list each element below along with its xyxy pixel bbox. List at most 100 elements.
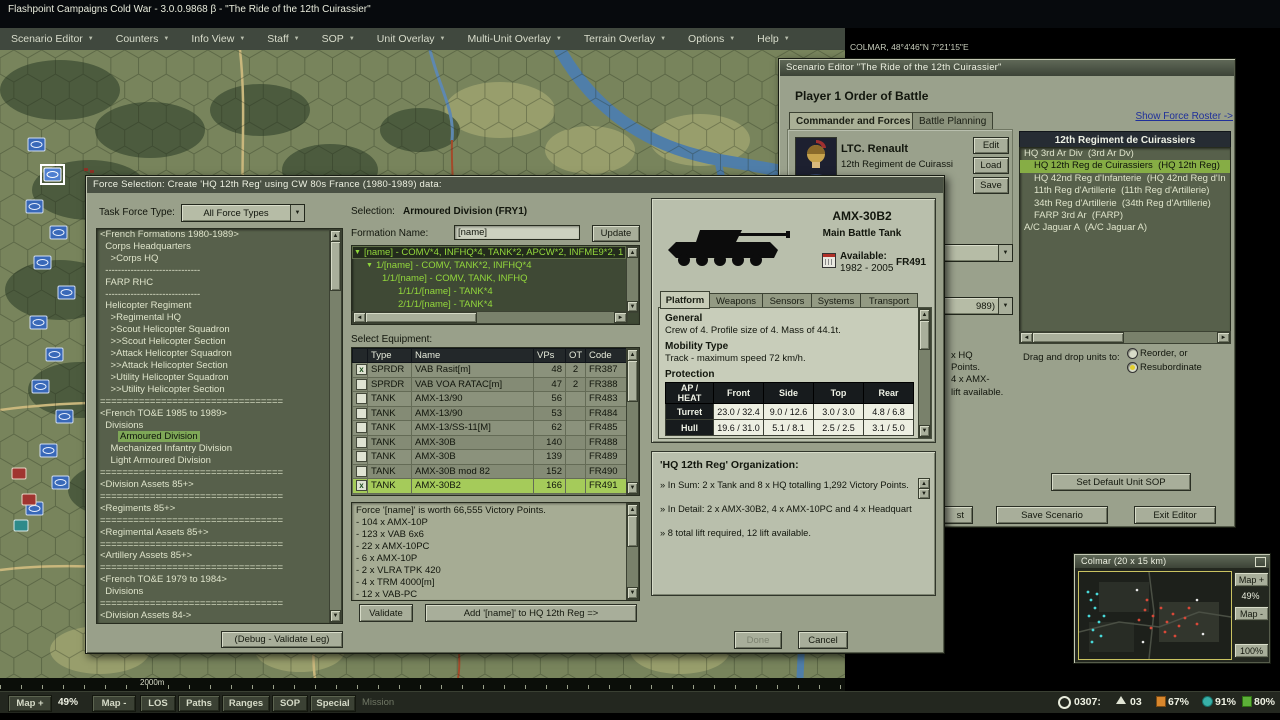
toe-tree-item[interactable]: <Artillery Assets 85+>	[97, 550, 329, 562]
menu-staff[interactable]: Staff▼	[256, 28, 310, 50]
paths-button[interactable]: Paths	[178, 695, 220, 712]
scroll-thumb[interactable]	[919, 320, 930, 350]
formation-tree-item[interactable]: 2/1/1/[name] - TANK*4	[352, 298, 626, 311]
equipment-row[interactable]: TANKAMX-30B 140 FR488	[353, 435, 629, 450]
minimap-zoom-in-button[interactable]: Map +	[1234, 572, 1269, 587]
toe-tree-item[interactable]: <French Formations 1980-1989>	[97, 229, 329, 241]
toe-tree-item[interactable]: Divisions	[97, 420, 329, 432]
force-worth-vscrollbar[interactable]: ▲ ▼	[626, 503, 639, 600]
minimap-titlebar[interactable]: Colmar (20 x 15 km)	[1075, 555, 1269, 568]
scroll-thumb[interactable]	[330, 241, 341, 291]
scroll-thumb[interactable]	[627, 360, 638, 402]
toe-tree-item[interactable]: Light Armoured Division	[97, 455, 329, 467]
menu-terrain-overlay[interactable]: Terrain Overlay▼	[573, 28, 677, 50]
add-to-hq-button[interactable]: Add '[name]' to HQ 12th Reg =>	[425, 604, 637, 622]
scroll-down-arrow[interactable]: ▼	[919, 425, 930, 437]
minimap-thumbnail[interactable]	[1078, 571, 1232, 660]
formation-tree-item[interactable]: 1/1/[name] - COMV, TANK, INFHQ	[352, 272, 626, 285]
force-selection-titlebar[interactable]: Force Selection: Create 'HQ 12th Reg' us…	[87, 177, 943, 193]
unit-counter[interactable]	[12, 468, 26, 479]
unit-counter[interactable]	[34, 256, 51, 269]
equipment-checkbox[interactable]: x	[356, 480, 367, 491]
scroll-thumb[interactable]	[1032, 332, 1124, 343]
roster-hscrollbar[interactable]: ◄ ►	[1019, 331, 1231, 344]
unit-counter[interactable]	[52, 476, 69, 489]
menu-sop[interactable]: SOP▼	[311, 28, 366, 50]
roster-item[interactable]: 11th Reg d'Artillerie (11th Reg d'Artill…	[1020, 185, 1230, 197]
scroll-down-arrow[interactable]: ▼	[330, 610, 341, 622]
special-button[interactable]: Special	[310, 695, 356, 712]
equipment-row[interactable]: TANKAMX-13/90 56 FR483	[353, 392, 629, 407]
resubordinate-radio-label[interactable]: Resubordinate	[1140, 362, 1202, 373]
unit-counter[interactable]	[30, 316, 47, 329]
map-zoom-out-button[interactable]: Map -	[92, 695, 136, 712]
mission-button[interactable]: Mission	[362, 697, 394, 708]
scroll-down-arrow[interactable]: ▼	[627, 587, 638, 599]
menu-counters[interactable]: Counters▼	[105, 28, 181, 50]
unit-counter-selected[interactable]	[41, 165, 64, 184]
ranges-button[interactable]: Ranges	[222, 695, 270, 712]
equipment-row[interactable]: TANKAMX-13/90 53 FR484	[353, 406, 629, 421]
equipment-row[interactable]: x SPRDRVAB Rasit[m] 482 FR387	[353, 363, 629, 378]
edit-button[interactable]: Edit	[973, 137, 1009, 154]
scroll-down-arrow[interactable]: ▼	[918, 488, 930, 499]
scroll-thumb[interactable]	[627, 515, 638, 547]
toe-tree-item[interactable]: >Regimental HQ	[97, 312, 329, 324]
unit-counter[interactable]	[40, 444, 57, 457]
unit-counter[interactable]	[22, 494, 36, 505]
load-button[interactable]: Load	[973, 157, 1009, 174]
show-force-roster-link[interactable]: Show Force Roster ->	[1083, 111, 1233, 122]
menu-unit-overlay[interactable]: Unit Overlay▼	[366, 28, 457, 50]
exit-editor-button[interactable]: Exit Editor	[1134, 506, 1216, 524]
formation-tree-vscrollbar[interactable]: ▲ ▼	[626, 246, 639, 313]
expand-icon[interactable]: ▼	[366, 259, 373, 272]
expand-icon[interactable]: ▼	[354, 246, 361, 259]
equipment-row[interactable]: TANKAMX-13/SS-11[M] 62 FR485	[353, 421, 629, 436]
minimap-zoom-full-button[interactable]: 100%	[1234, 643, 1269, 658]
scroll-thumb[interactable]	[365, 312, 477, 323]
map-zoom-in-button[interactable]: Map +	[8, 695, 52, 712]
resubordinate-radio[interactable]	[1127, 362, 1138, 373]
roster-item[interactable]: FARP 3rd Ar (FARP)	[1020, 210, 1230, 222]
equipment-checkbox[interactable]	[356, 422, 367, 433]
toe-tree-item[interactable]: FARP RHC	[97, 277, 329, 289]
formation-tree-item[interactable]: 1/1/1/[name] - TANK*4	[352, 285, 626, 298]
task-force-type-combo[interactable]: All Force Types ▼	[181, 204, 305, 222]
scenario-editor-titlebar[interactable]: Scenario Editor "The Ride of the 12th Cu…	[780, 60, 1234, 76]
toe-tree-item[interactable]: Mechanized Infantry Division	[97, 443, 329, 455]
save-scenario-button[interactable]: Save Scenario	[996, 506, 1108, 524]
equipment-checkbox[interactable]	[356, 451, 367, 462]
sop-button[interactable]: SOP	[272, 695, 308, 712]
menu-options[interactable]: Options▼	[677, 28, 746, 50]
formation-tree-item[interactable]: ▼1/[name] - COMV, TANK*2, INFHQ*4	[352, 259, 626, 272]
done-button[interactable]: Done	[734, 631, 782, 649]
equipment-checkbox[interactable]	[356, 379, 367, 390]
unit-counter[interactable]	[26, 200, 43, 213]
toe-tree-item[interactable]: >>Scout Helicopter Section	[97, 336, 329, 348]
unit-counter[interactable]	[14, 520, 28, 531]
equipment-checkbox[interactable]	[356, 408, 367, 419]
toe-tree-item[interactable]: <Regiments 85+>	[97, 503, 329, 515]
toe-tree-item[interactable]: >Corps HQ	[97, 253, 329, 265]
scroll-right-arrow[interactable]: ►	[1217, 332, 1230, 343]
equipment-checkbox[interactable]	[356, 466, 367, 477]
toe-tree-item[interactable]: Divisions	[97, 586, 329, 598]
equipment-checkbox[interactable]	[356, 393, 367, 404]
scroll-down-arrow[interactable]: ▼	[627, 482, 638, 494]
unit-counter[interactable]	[58, 286, 75, 299]
menu-scenario-editor[interactable]: Scenario Editor▼	[0, 28, 105, 50]
toe-tree-item[interactable]: >Scout Helicopter Squadron	[97, 324, 329, 336]
toe-tree-item[interactable]: Corps Headquarters	[97, 241, 329, 253]
unit-counter[interactable]	[46, 348, 63, 361]
toe-tree-item[interactable]: <Division Assets 84->	[97, 610, 329, 621]
equipment-checkbox[interactable]	[356, 437, 367, 448]
maximize-icon[interactable]	[1255, 557, 1266, 567]
formation-name-input[interactable]	[454, 225, 580, 240]
unit-counter[interactable]	[32, 380, 49, 393]
toe-tree-item[interactable]: >Attack Helicopter Squadron	[97, 348, 329, 360]
toe-tree-item[interactable]: >>Attack Helicopter Section	[97, 360, 329, 372]
toe-tree-item[interactable]: >>Utility Helicopter Section	[97, 384, 329, 396]
toe-tree-item[interactable]: <French TO&E 1979 to 1984>	[97, 574, 329, 586]
roster-item[interactable]: A/C Jaguar A (A/C Jaguar A)	[1020, 222, 1230, 234]
equipment-row[interactable]: TANKAMX-30B mod 82 152 FR490	[353, 464, 629, 479]
